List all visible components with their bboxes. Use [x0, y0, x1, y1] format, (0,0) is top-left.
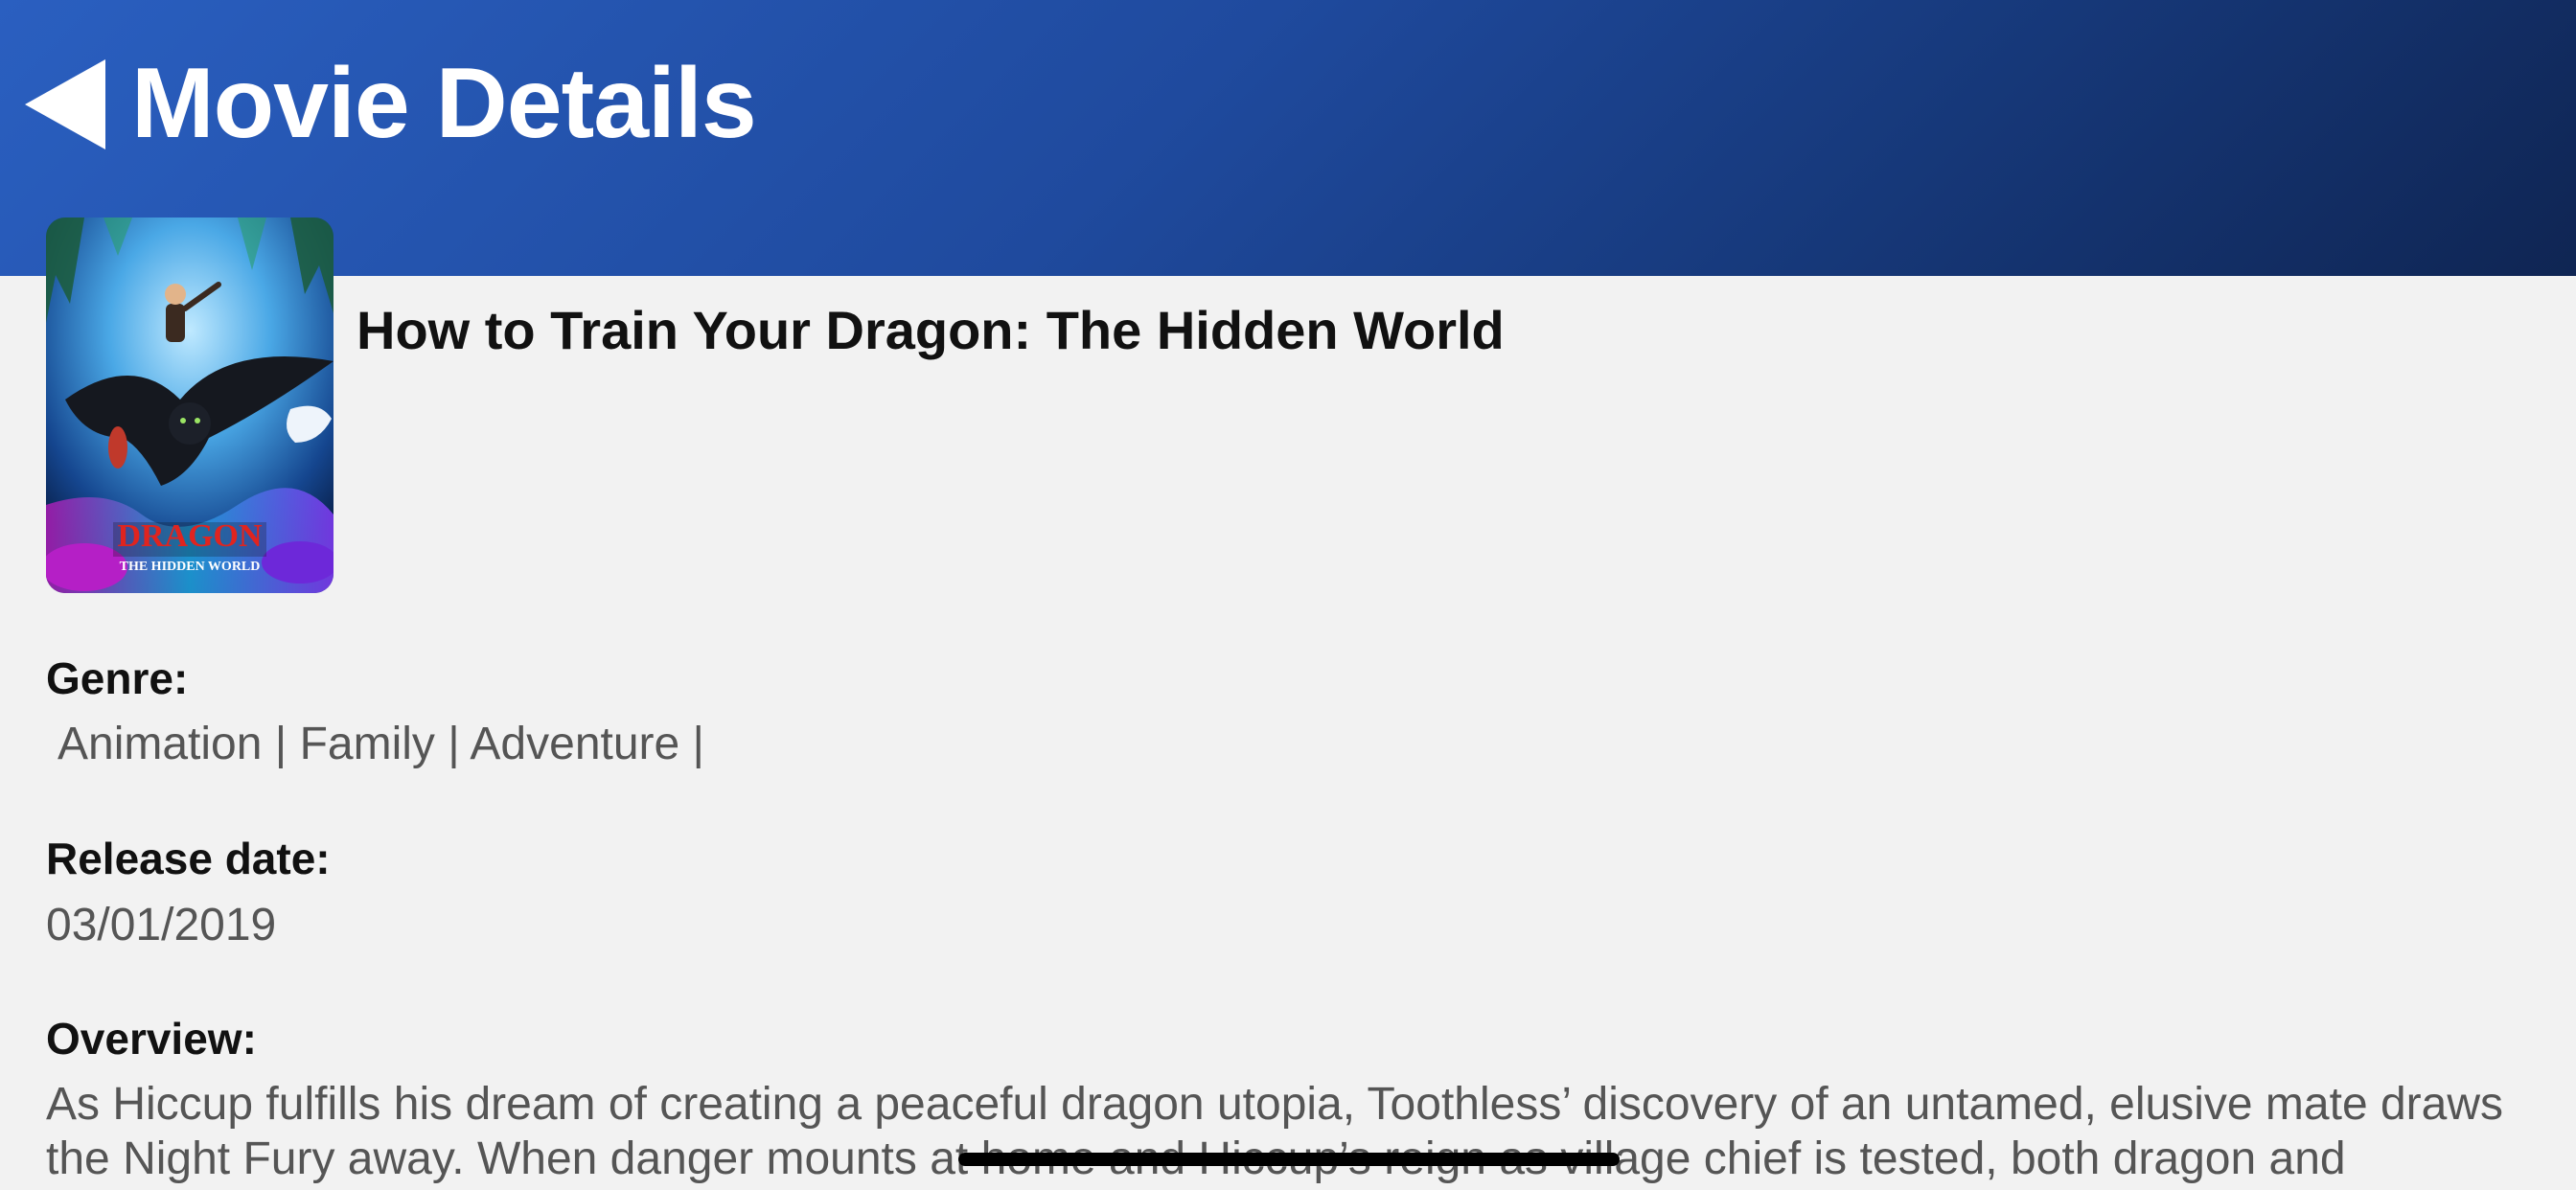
- back-button[interactable]: [25, 59, 111, 149]
- release-date-value: 03/01/2019: [46, 900, 277, 950]
- nav-header: Movie Details: [0, 0, 2576, 276]
- svg-text:THE HIDDEN WORLD: THE HIDDEN WORLD: [120, 560, 261, 574]
- genre-value: Animation | Family | Adventure |: [58, 719, 705, 769]
- svg-text:DRAGON: DRAGON: [117, 518, 263, 554]
- home-indicator[interactable]: [958, 1153, 1620, 1166]
- page-title: Movie Details: [131, 48, 757, 159]
- genre-label: Genre:: [46, 653, 189, 703]
- movie-title: How to Train Your Dragon: The Hidden Wor…: [356, 300, 1505, 360]
- back-triangle-icon: [25, 59, 105, 149]
- overview-label: Overview:: [46, 1014, 257, 1064]
- release-date-label: Release date:: [46, 834, 331, 883]
- movie-poster: DRAGON THE HIDDEN WORLD: [46, 217, 334, 593]
- overview-text: As Hiccup fulfills his dream of creating…: [46, 1079, 2504, 1184]
